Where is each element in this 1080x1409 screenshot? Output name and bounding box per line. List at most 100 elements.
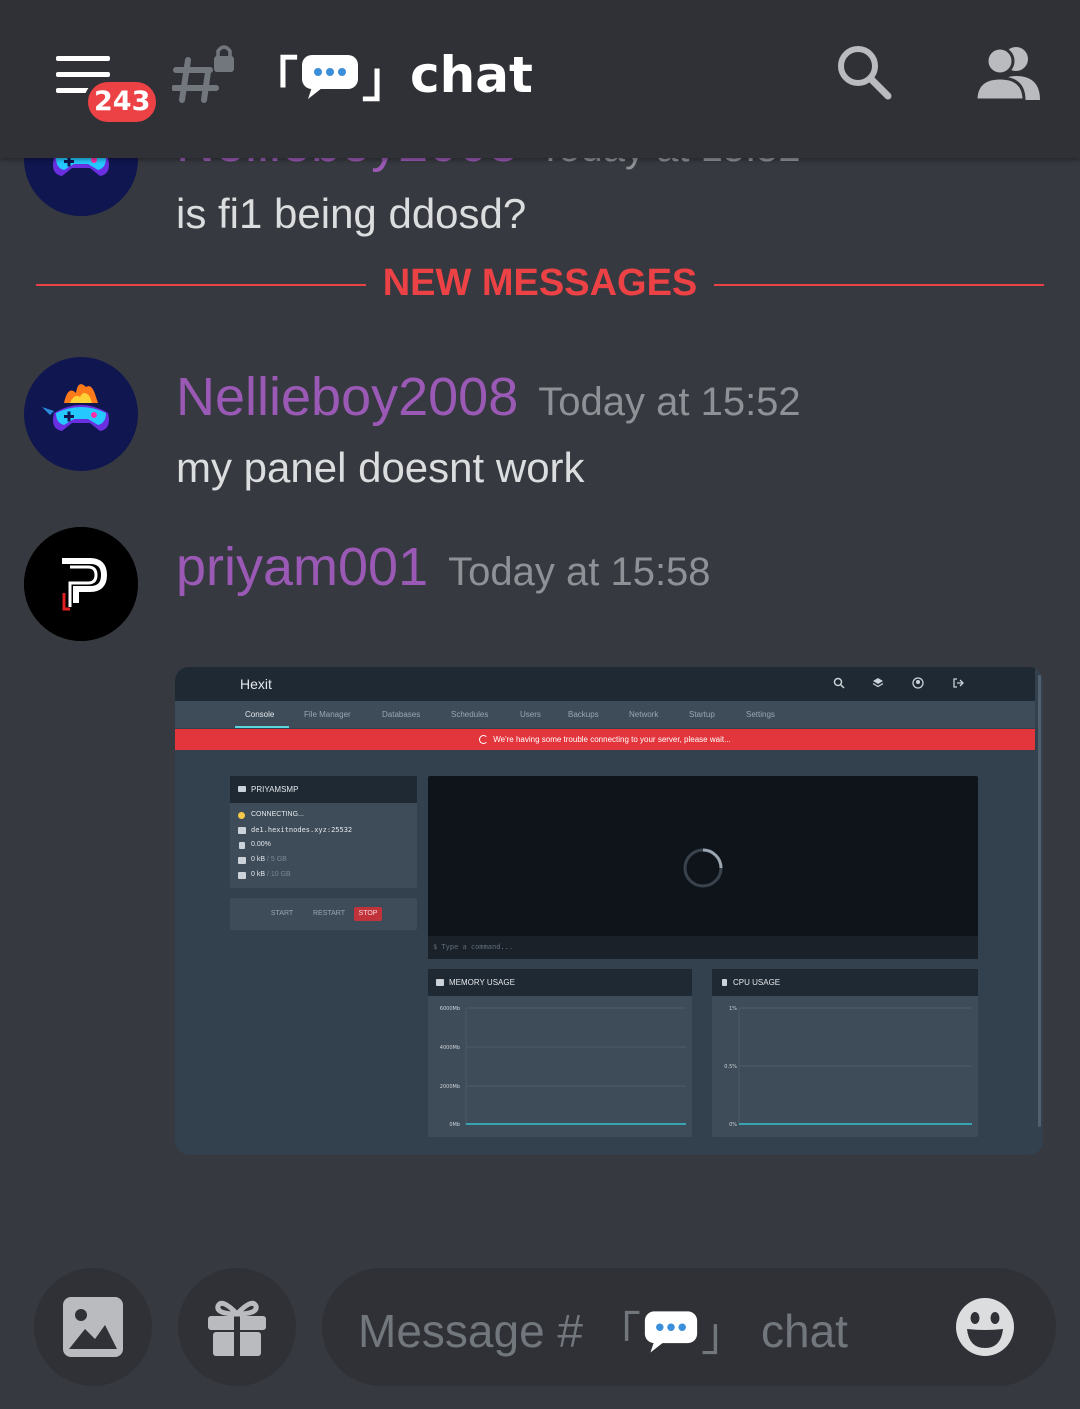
memory-icon	[436, 979, 444, 986]
gamer-avatar-icon	[24, 357, 138, 471]
tab-startup: Startup	[689, 710, 715, 719]
cpu-usage-label: CPU USAGE	[733, 978, 781, 987]
attach-image-button[interactable]	[34, 1268, 152, 1386]
timestamp: Today at 15:52	[538, 380, 801, 424]
hamburger-icon	[56, 56, 110, 61]
speech-bubble-icon	[643, 1309, 699, 1353]
server-status: CONNECTING...	[251, 811, 304, 818]
username[interactable]: Nellieboy2008	[176, 366, 518, 428]
speech-bubble-icon	[300, 53, 360, 99]
alert-text: We're having some trouble connecting to …	[493, 735, 731, 744]
active-tab-indicator	[235, 726, 289, 728]
cpu-icon	[239, 842, 245, 849]
channel-header: 243 「 」 chat	[0, 0, 1080, 158]
memory-limit: / 5 GB	[265, 856, 287, 863]
panel-tabs: Console File Manager Databases Schedules…	[175, 701, 1035, 728]
cpu-usage-card: CPU USAGE 1% 0.5% 0%	[712, 969, 978, 1137]
members-icon[interactable]	[974, 44, 1042, 102]
server-icon	[238, 786, 246, 792]
tab-databases: Databases	[382, 710, 421, 719]
loading-spinner-icon	[683, 848, 723, 888]
cpu-usage-graph: 1% 0.5% 0%	[724, 1006, 972, 1128]
message-header: Nellieboy2008 Today at 15:52	[176, 366, 801, 428]
cpu-tick: 0.5%	[724, 1064, 737, 1070]
username[interactable]: priyam001	[176, 536, 428, 598]
placeholder-prefix: Message #	[358, 1305, 584, 1357]
network-icon	[238, 827, 246, 834]
power-controls: START RESTART STOP	[230, 898, 417, 930]
message-content: my panel doesnt work	[176, 444, 585, 491]
server-name: PRIYAMSMP	[230, 776, 417, 803]
memory-icon	[238, 857, 246, 864]
start-button: START	[270, 910, 294, 917]
tab-users: Users	[520, 710, 541, 719]
message-list[interactable]: Nellieboy2008 Today at 15:52 is fi1 bein…	[0, 0, 1080, 1240]
channel-bracket-close: 」	[362, 52, 411, 108]
layers-icon	[872, 678, 884, 688]
restart-button: RESTART	[312, 910, 346, 917]
image-attachment[interactable]: Hexit Console File Manager Databases Sch…	[175, 667, 1043, 1155]
disk-limit: / 10 GB	[265, 871, 291, 878]
memory-usage-label: MEMORY USAGE	[449, 978, 515, 987]
panel-topbar: Hexit	[175, 667, 1035, 701]
placeholder-bracket-open: 「	[595, 1308, 642, 1360]
tab-schedules: Schedules	[451, 710, 489, 719]
logout-icon	[953, 678, 964, 688]
disk-value: 0 kB / 10 GB	[251, 871, 291, 878]
message-content: is fi1 being ddosd?	[176, 190, 527, 237]
channel-title[interactable]: 「 」 chat	[250, 40, 533, 110]
cpu-usage-title: CPU USAGE	[712, 969, 978, 996]
panel-scrollbar	[1038, 675, 1041, 1127]
unread-badge: 243	[84, 78, 161, 126]
command-input: $ Type a command...	[428, 936, 978, 959]
memory-usage-graph: 6000Mb 4000Mb 2000Mb 0Mb	[440, 1006, 686, 1128]
message-input[interactable]: Message # 「 」 chat	[322, 1268, 1056, 1386]
spinner-icon	[479, 735, 489, 745]
disk-icon	[238, 872, 246, 879]
memory-value: 0 kB / 5 GB	[251, 856, 287, 863]
tab-settings: Settings	[746, 710, 775, 719]
stop-button: STOP	[354, 907, 382, 921]
avatar[interactable]	[24, 527, 138, 641]
server-name-label: PRIYAMSMP	[251, 785, 299, 794]
new-messages-label: NEW MESSAGES	[382, 262, 698, 304]
disk-used: 0 kB	[251, 871, 266, 878]
p-logo-avatar-icon	[24, 527, 138, 641]
memory-used: 0 kB	[251, 856, 266, 863]
hamburger-icon-bar	[56, 72, 110, 77]
memory-tick: 4000Mb	[440, 1045, 460, 1051]
tab-network: Network	[629, 710, 659, 719]
channel-bracket-open: 「	[250, 52, 299, 108]
channel-name: chat	[410, 46, 533, 104]
new-messages-divider: NEW MESSAGES	[36, 262, 1044, 310]
message-placeholder: Message # 「 」 chat	[358, 1298, 848, 1364]
memory-tick: 6000Mb	[440, 1006, 460, 1012]
tab-backups: Backups	[568, 710, 599, 719]
locked-channel-icon	[172, 45, 234, 103]
tab-console: Console	[245, 710, 275, 719]
memory-usage-title: MEMORY USAGE	[428, 969, 692, 996]
emoji-icon[interactable]	[954, 1296, 1016, 1358]
image-icon	[63, 1297, 123, 1357]
server-info-card: PRIYAMSMP CONNECTING... de1.hexitnodes.x…	[230, 776, 417, 888]
search-icon[interactable]	[834, 42, 894, 102]
connection-alert: We're having some trouble connecting to …	[175, 729, 1035, 750]
cpu-value: 0.00%	[251, 841, 271, 848]
panel-brand: Hexit	[240, 676, 272, 692]
cpu-icon	[722, 979, 727, 986]
status-dot-icon	[238, 812, 245, 819]
memory-tick: 2000Mb	[440, 1084, 460, 1090]
account-icon	[912, 677, 924, 689]
gift-button[interactable]	[178, 1268, 296, 1386]
memory-tick: 0Mb	[449, 1122, 460, 1128]
timestamp: Today at 15:58	[448, 550, 711, 594]
avatar[interactable]	[24, 357, 138, 471]
cpu-tick: 0%	[729, 1122, 737, 1128]
placeholder-bracket-close: 」	[701, 1308, 748, 1360]
server-address: de1.hexitnodes.xyz:25532	[251, 826, 353, 834]
memory-usage-card: MEMORY USAGE 6000Mb 4000Mb 2000Mb 0Mb	[428, 969, 692, 1137]
search-icon	[833, 677, 845, 689]
console-output	[428, 776, 978, 959]
tab-file-manager: File Manager	[304, 710, 351, 719]
gift-icon	[208, 1300, 266, 1358]
